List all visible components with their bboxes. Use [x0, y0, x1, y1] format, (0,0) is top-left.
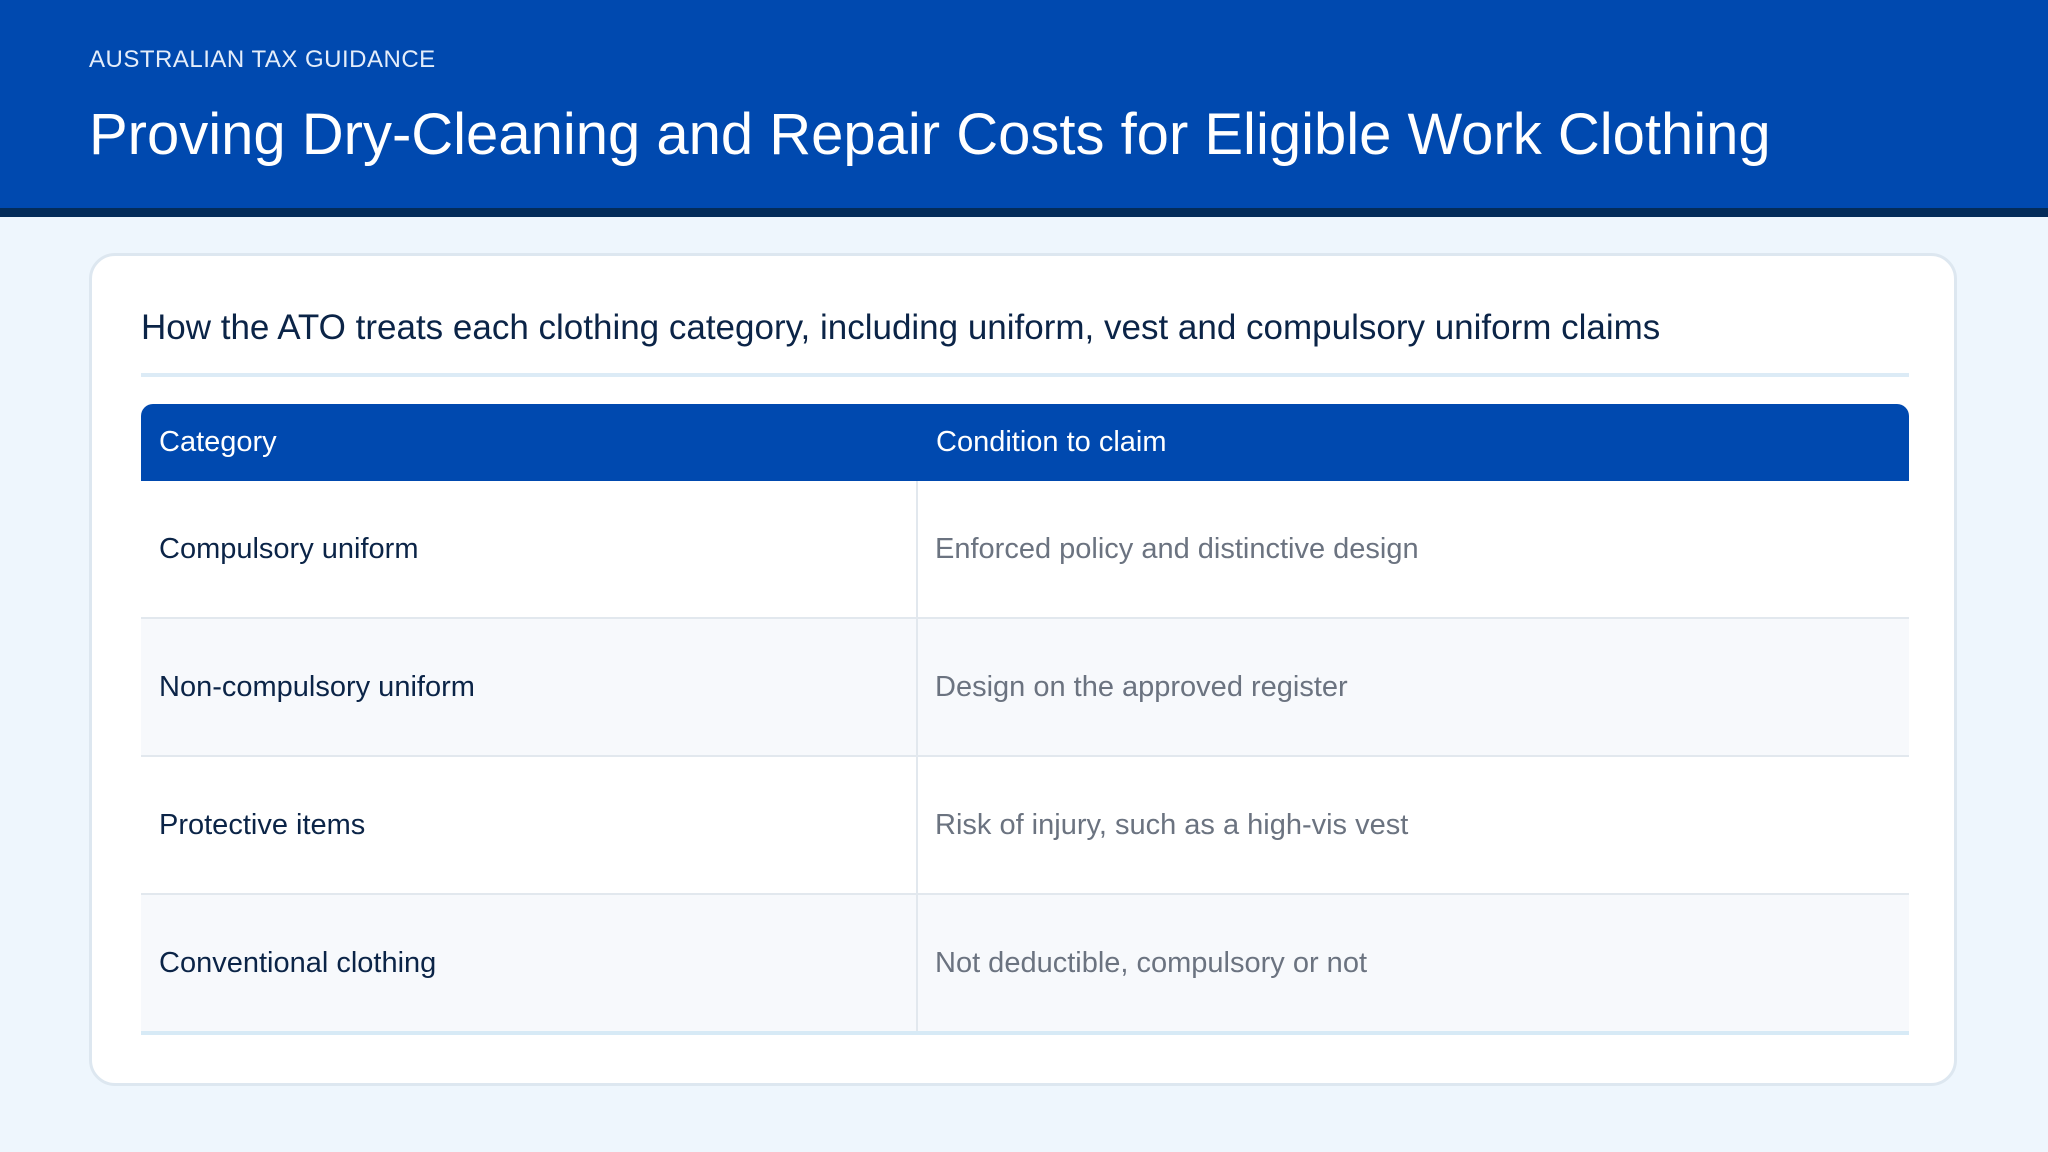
card-subtitle: How the ATO treats each clothing categor…: [141, 308, 1661, 347]
condition-cell: Design on the approved register: [935, 670, 1348, 703]
divider: [141, 373, 1909, 377]
column-header-category: Category: [159, 426, 277, 458]
condition-cell: Enforced policy and distinctive design: [935, 532, 1419, 565]
page-header: AUSTRALIAN TAX GUIDANCE Proving Dry-Clea…: [0, 0, 2048, 217]
table-row: Non-compulsory uniform Design on the app…: [141, 619, 1909, 757]
table-row: Protective items Risk of injury, such as…: [141, 757, 1909, 895]
eyebrow-label: AUSTRALIAN TAX GUIDANCE: [89, 46, 436, 73]
condition-cell: Risk of injury, such as a high-vis vest: [935, 808, 1409, 841]
condition-cell: Not deductible, compulsory or not: [935, 946, 1367, 979]
column-header-condition: Condition to claim: [936, 426, 1167, 458]
category-cell: Compulsory uniform: [141, 481, 918, 617]
clothing-table: Category Condition to claim Compulsory u…: [141, 404, 1909, 1035]
table-row: Conventional clothing Not deductible, co…: [141, 895, 1909, 1031]
category-cell: Protective items: [141, 757, 918, 893]
page-title: Proving Dry-Cleaning and Repair Costs fo…: [89, 102, 1771, 167]
table-header-row: Category Condition to claim: [141, 404, 1909, 481]
content-card: How the ATO treats each clothing categor…: [89, 253, 1957, 1086]
table-row: Compulsory uniform Enforced policy and d…: [141, 481, 1909, 619]
category-cell: Non-compulsory uniform: [141, 619, 918, 755]
category-cell: Conventional clothing: [141, 895, 918, 1031]
